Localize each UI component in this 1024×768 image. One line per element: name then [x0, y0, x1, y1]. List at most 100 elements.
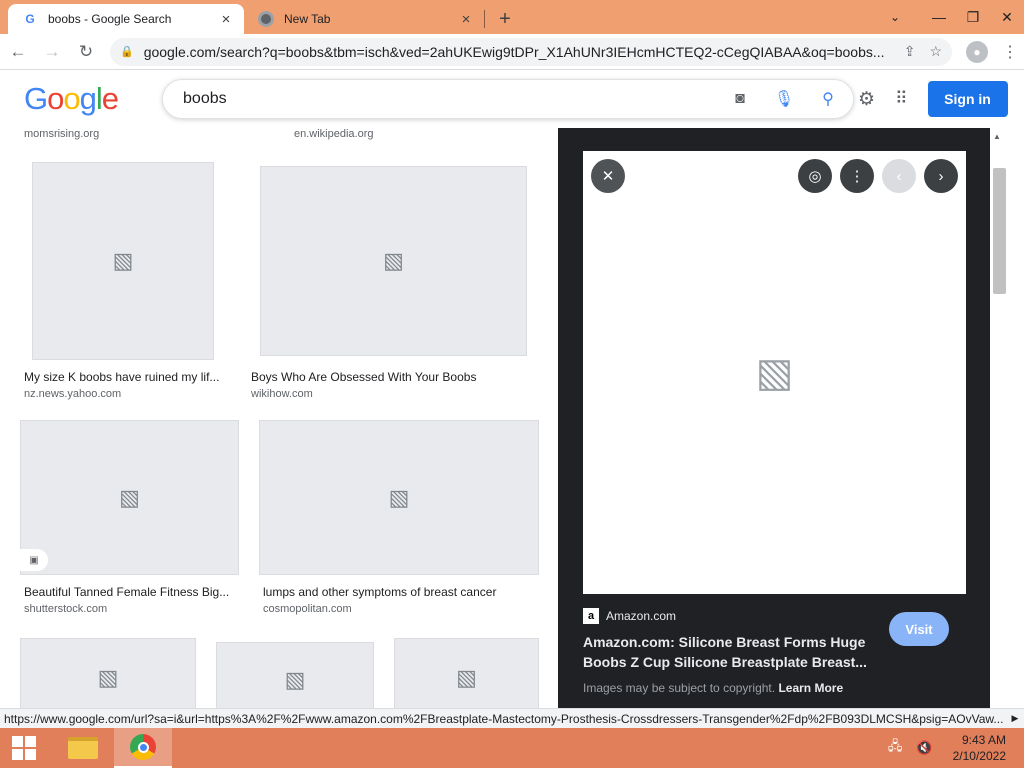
clock[interactable]: 9:43 AM 2/10/2022	[953, 732, 1006, 764]
result-site[interactable]: nz.news.yahoo.com	[24, 388, 121, 400]
result-caption[interactable]: My size K boobs have ruined my lif...	[24, 370, 228, 384]
image-placeholder-icon[interactable]: ▧	[20, 420, 239, 575]
more-vertical-icon: ⋮	[849, 168, 865, 185]
result-caption[interactable]: Beautiful Tanned Female Fitness Big...	[24, 585, 236, 599]
taskbar-chrome[interactable]	[114, 728, 172, 768]
windows-logo-icon	[12, 736, 36, 760]
tab-separator	[484, 10, 485, 28]
status-url: https://www.google.com/url?sa=i&url=http…	[4, 711, 1004, 726]
minimize-button[interactable]: —	[922, 9, 956, 25]
amazon-favicon-icon: a	[583, 608, 599, 624]
page-scrollbar[interactable]: ▲	[990, 128, 1024, 708]
system-tray: 🖧 🔇 9:43 AM 2/10/2022	[888, 728, 1006, 768]
image-result[interactable]: ▧	[20, 638, 196, 708]
arrow-left-icon: ←	[9, 41, 27, 61]
result-caption[interactable]: lumps and other symptoms of breast cance…	[263, 585, 543, 599]
chrome-icon	[130, 734, 156, 760]
scroll-up-icon[interactable]: ▲	[993, 132, 1001, 141]
image-result[interactable]: ▧	[394, 638, 539, 708]
lens-button[interactable]: ◎	[798, 159, 832, 193]
address-bar[interactable]: 🔒 google.com/search?q=boobs&tbm=isch&ved…	[110, 37, 952, 66]
tab-title: New Tab	[284, 12, 331, 26]
tab-google-search[interactable]: G boobs - Google Search ×	[8, 4, 244, 34]
folder-icon	[68, 737, 98, 759]
back-button[interactable]: ←	[2, 36, 34, 68]
camera-icon[interactable]: ◙	[729, 88, 751, 110]
image-placeholder-icon[interactable]: ▧	[260, 166, 527, 356]
lens-icon: ◎	[808, 168, 822, 185]
preview-image[interactable]: ▧	[583, 151, 966, 594]
restore-button[interactable]: ❐	[956, 9, 990, 26]
search-icon[interactable]: ⚲	[817, 88, 839, 110]
apps-grid-icon[interactable]: ⠿	[895, 89, 907, 109]
close-icon: ✕	[601, 168, 615, 185]
taskbar-file-explorer[interactable]	[54, 728, 112, 768]
google-logo[interactable]: Google	[24, 81, 119, 117]
forward-button[interactable]: →	[36, 36, 68, 68]
clock-time: 9:43 AM	[961, 733, 1006, 747]
search-input[interactable]: boobs	[183, 90, 707, 108]
reload-button[interactable]: ↻	[70, 36, 102, 68]
google-favicon-icon: G	[22, 11, 38, 27]
tab-new-tab[interactable]: New Tab ×	[244, 4, 484, 34]
reload-icon: ↻	[78, 41, 94, 61]
clock-date: 2/10/2022	[952, 749, 1006, 763]
new-tab-button[interactable]: +	[491, 4, 519, 34]
more-options-button[interactable]: ⋮	[840, 159, 874, 193]
start-button[interactable]	[0, 728, 48, 768]
google-header: Google boobs ◙ 🎙 ⚲ ⚙ ⠿ Sign in	[0, 70, 1010, 128]
arrow-right-icon: →	[43, 41, 61, 61]
person-icon: ●	[973, 44, 981, 59]
search-box[interactable]: boobs ◙ 🎙 ⚲	[162, 79, 855, 119]
copyright-text: Images may be subject to copyright.	[583, 681, 776, 695]
tab-title: boobs - Google Search	[48, 12, 172, 26]
result-source[interactable]: momsrising.org	[24, 128, 99, 140]
gear-icon[interactable]: ⚙	[858, 88, 875, 111]
browser-menu-button[interactable]: ⋮	[1002, 42, 1018, 62]
logo-letter: o	[47, 81, 64, 116]
share-icon[interactable]: ⇪	[904, 43, 916, 60]
logo-letter: e	[101, 81, 119, 116]
result-caption[interactable]: Boys Who Are Obsessed With Your Boobs	[251, 370, 541, 384]
image-placeholder-icon[interactable]: ▧	[32, 162, 214, 360]
learn-more-link[interactable]: Learn More	[778, 681, 843, 695]
visit-button[interactable]: Visit	[889, 612, 949, 646]
status-bar: https://www.google.com/url?sa=i&url=http…	[0, 708, 1024, 728]
tab-strip: G boobs - Google Search × New Tab × +	[0, 0, 1024, 34]
result-site[interactable]: wikihow.com	[251, 388, 313, 400]
network-icon[interactable]: 🖧	[888, 737, 903, 759]
image-placeholder-icon: ▧	[755, 350, 794, 395]
preview-title[interactable]: Amazon.com: Silicone Breast Forms Huge B…	[583, 632, 873, 672]
chrome-favicon-icon	[258, 11, 274, 27]
scroll-right-icon[interactable]: ▶	[1006, 713, 1024, 724]
image-badge-icon: ▣	[20, 549, 48, 571]
copyright-notice: Images may be subject to copyright. Lear…	[583, 681, 843, 695]
url-text[interactable]: google.com/search?q=boobs&tbm=isch&ved=2…	[144, 44, 890, 60]
window-controls: ⌄ — ❐ ✕	[878, 0, 1024, 34]
star-icon[interactable]: ☆	[929, 43, 942, 60]
profile-avatar[interactable]: ●	[966, 40, 988, 63]
image-placeholder-icon[interactable]: ▧	[259, 420, 539, 575]
preview-site[interactable]: Amazon.com	[606, 609, 676, 623]
lock-icon: 🔒	[120, 46, 134, 58]
close-preview-button[interactable]: ✕	[591, 159, 625, 193]
tab-close-icon[interactable]: ×	[218, 11, 234, 28]
browser-toolbar: ← → ↻ 🔒 google.com/search?q=boobs&tbm=is…	[0, 34, 1024, 70]
image-result[interactable]: ▧	[216, 642, 374, 708]
image-preview-panel: ▧ ✕ ◎ ⋮ ‹ › a Amazon.com Amazon.com: Sil…	[558, 128, 990, 708]
result-source[interactable]: en.wikipedia.org	[294, 128, 374, 140]
chevron-left-icon: ‹	[896, 167, 902, 185]
image-results: momsrising.org en.wikipedia.org ▧ My siz…	[0, 128, 558, 708]
sign-in-button[interactable]: Sign in	[927, 81, 1008, 117]
result-site[interactable]: shutterstock.com	[24, 603, 107, 615]
logo-letter: o	[63, 81, 80, 116]
next-image-button[interactable]: ›	[924, 159, 958, 193]
speaker-muted-icon[interactable]: 🔇	[916, 740, 932, 756]
microphone-icon[interactable]: 🎙	[773, 88, 795, 110]
scrollbar-thumb[interactable]	[993, 168, 1006, 294]
previous-image-button[interactable]: ‹	[882, 159, 916, 193]
tab-search-button[interactable]: ⌄	[878, 10, 912, 24]
result-site[interactable]: cosmopolitan.com	[263, 603, 352, 615]
tab-close-icon[interactable]: ×	[458, 11, 474, 28]
close-window-button[interactable]: ✕	[990, 9, 1024, 26]
